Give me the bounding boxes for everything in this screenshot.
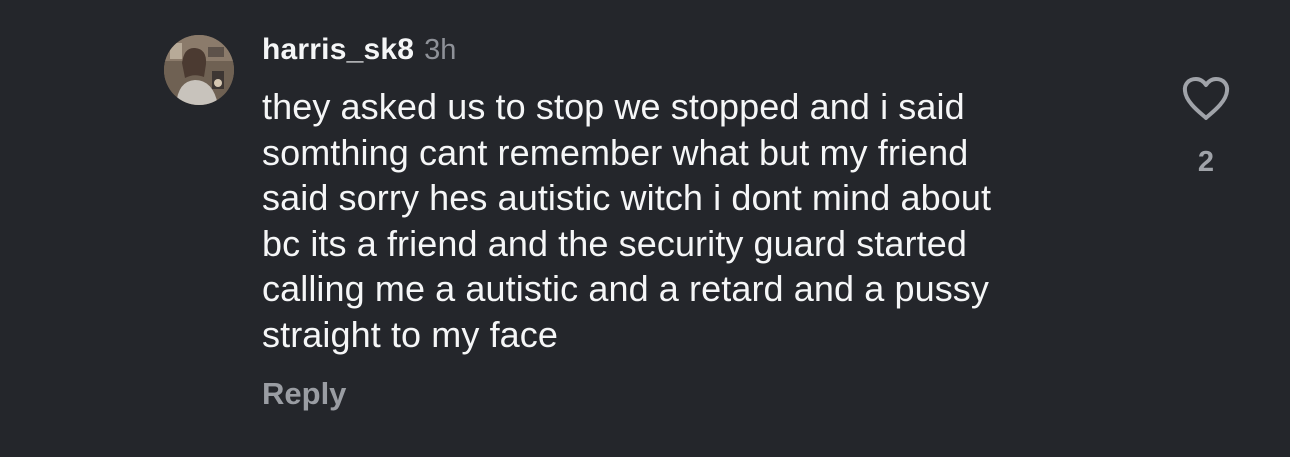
heart-outline-icon[interactable] — [1181, 76, 1231, 122]
avatar-photo-icon — [164, 35, 234, 105]
comment-content: harris_sk8 3h they asked us to stop we s… — [262, 30, 1142, 357]
comment-item: harris_sk8 3h they asked us to stop we s… — [0, 0, 1290, 457]
reply-button[interactable]: Reply — [262, 376, 346, 412]
like-count: 2 — [1197, 146, 1215, 178]
comment-text: they asked us to stop we stopped and i s… — [262, 86, 992, 355]
comment-meta: harris_sk8 3h — [262, 30, 1142, 70]
timestamp: 3h — [424, 33, 457, 66]
like-control: 2 — [1180, 76, 1232, 186]
username[interactable]: harris_sk8 — [262, 33, 414, 67]
avatar[interactable] — [164, 35, 234, 105]
